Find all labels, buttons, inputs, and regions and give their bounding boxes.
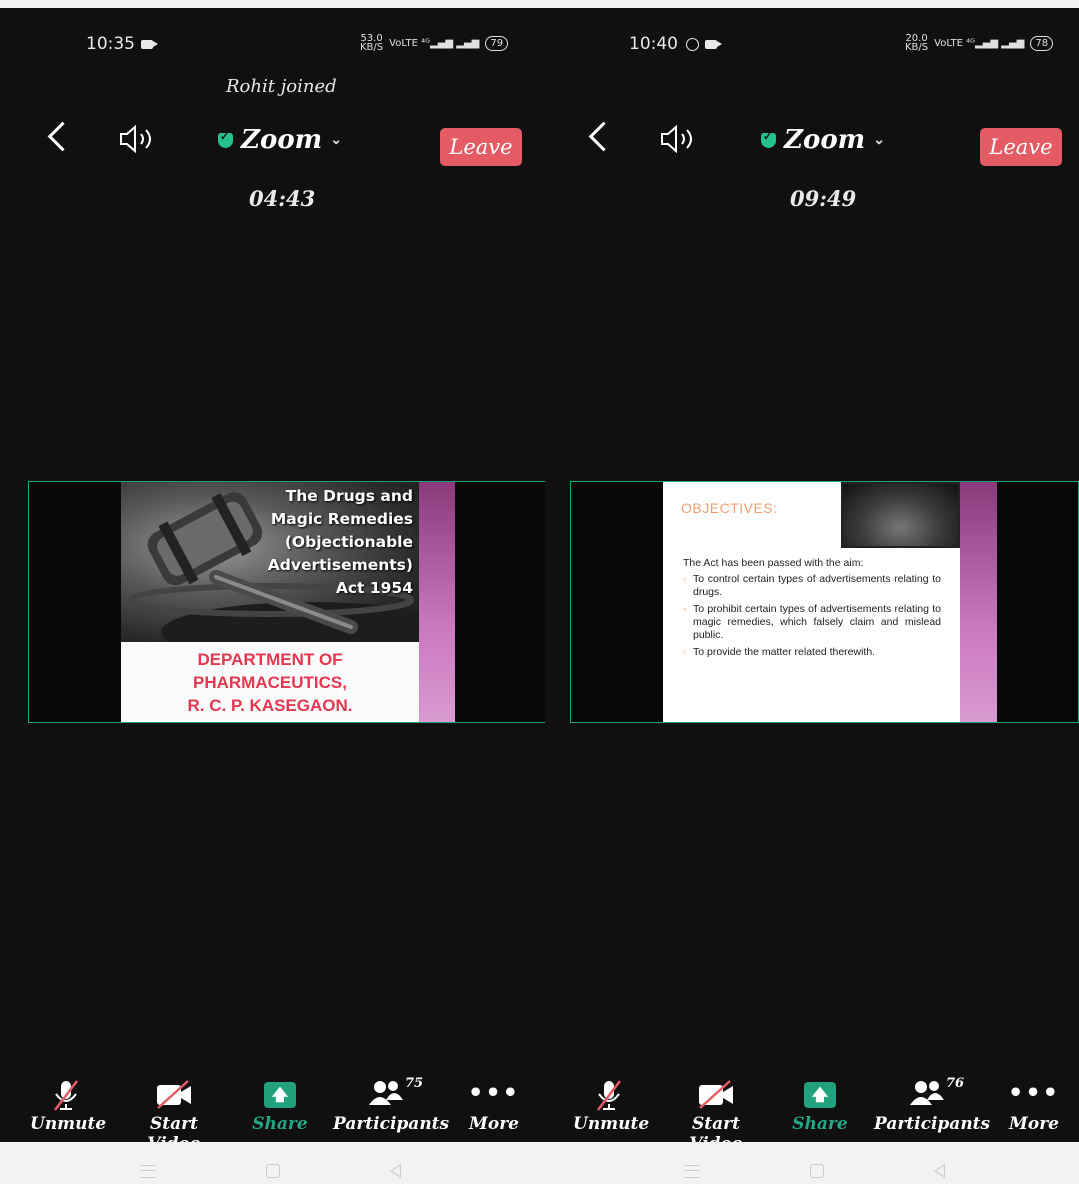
meeting-title[interactable]: Zoom ⌄	[761, 125, 885, 155]
slide-heading: OBJECTIVES:	[681, 500, 778, 516]
presentation-slide: OBJECTIVES: The Act has been passed with…	[663, 482, 997, 722]
back-icon[interactable]	[390, 1164, 401, 1178]
recent-apps-icon[interactable]	[140, 1164, 156, 1178]
network-speed: 53.0 KB/S	[360, 33, 384, 53]
unmute-button[interactable]: Unmute	[30, 1078, 106, 1134]
share-arrow-icon: 🡅	[804, 1082, 836, 1108]
participants-icon	[910, 1081, 944, 1105]
start-video-button[interactable]: Start Video	[666, 1078, 766, 1142]
slide-title: The Drugs and Magic Remedies (Objectiona…	[267, 487, 413, 597]
back-chevron-icon[interactable]	[47, 121, 78, 152]
slide-bullet: To control certain types of advertisemen…	[683, 573, 941, 599]
video-camera-icon	[141, 39, 158, 49]
share-arrow-icon: 🡅	[264, 1082, 296, 1108]
encryption-shield-icon	[761, 130, 776, 148]
status-bar-time: 10:40	[629, 34, 722, 54]
share-button[interactable]: 🡅 Share	[790, 1078, 850, 1134]
status-bar-right: 20.0 KB/S VoLTE ⁴ᴳ▂▄▆ ▂▄▆ 78	[905, 33, 1054, 53]
signal-icon: VoLTE ⁴ᴳ▂▄▆ ▂▄▆	[934, 37, 1025, 49]
slide-bullet: To provide the matter related therewith.	[683, 646, 941, 659]
encryption-shield-icon	[218, 130, 233, 148]
battery-icon: 78	[1030, 35, 1054, 51]
shared-screen[interactable]: The Drugs and Magic Remedies (Objectiona…	[28, 481, 545, 723]
chevron-down-icon: ⌄	[873, 132, 885, 148]
meeting-title[interactable]: Zoom ⌄	[218, 125, 342, 155]
more-dots-icon: •••	[1008, 1078, 1061, 1107]
back-chevron-icon[interactable]	[588, 121, 619, 152]
unmute-button[interactable]: Unmute	[573, 1078, 649, 1134]
participants-button[interactable]: 75 Participants	[333, 1076, 449, 1134]
android-nav-bar-right	[684, 1158, 945, 1184]
android-nav-bar-left	[140, 1158, 401, 1184]
status-bar-time: 10:35	[86, 34, 158, 54]
chevron-down-icon: ⌄	[330, 132, 342, 148]
shared-screen[interactable]: OBJECTIVES: The Act has been passed with…	[570, 481, 1079, 723]
leave-button[interactable]: Leave	[980, 128, 1062, 166]
video-camera-icon	[705, 39, 722, 49]
signal-icon: VoLTE ⁴ᴳ▂▄▆ ▂▄▆	[389, 37, 480, 49]
battery-icon: 79	[485, 35, 509, 51]
muted-microphone-icon	[54, 1080, 78, 1111]
whatsapp-icon	[686, 37, 699, 51]
muted-microphone-icon	[597, 1080, 621, 1111]
slide-body: The Act has been passed with the aim: To…	[683, 557, 941, 663]
participants-count: 75	[405, 1076, 424, 1091]
recent-apps-icon[interactable]	[684, 1164, 700, 1178]
presentation-slide: The Drugs and Magic Remedies (Objectiona…	[121, 482, 455, 722]
start-video-button[interactable]: Start Video	[124, 1078, 224, 1142]
meeting-timer: 09:49	[790, 186, 857, 211]
more-button[interactable]: ••• More	[468, 1078, 520, 1134]
phone-screen-right: 10:40 20.0KB/S VoLTE ⁴ᴳ▂▄▆ ▂▄▆ 78 Zoom ⌄…	[545, 8, 1079, 1142]
participants-button[interactable]: 76 Participants	[874, 1076, 990, 1134]
home-icon[interactable]	[810, 1164, 824, 1178]
slide-accent-stripe	[419, 482, 455, 722]
more-dots-icon: •••	[468, 1078, 521, 1107]
meeting-toolbar: Unmute Start Video 🡅 Share 76 Participan…	[545, 1076, 1079, 1142]
gavel-image: The Drugs and Magic Remedies (Objectiona…	[121, 482, 419, 642]
more-button[interactable]: ••• More	[1008, 1078, 1060, 1134]
speaker-icon[interactable]	[659, 124, 699, 154]
leave-button[interactable]: Leave	[440, 128, 522, 166]
slide-accent-stripe	[960, 482, 997, 722]
slide-bullet: To prohibit certain types of advertiseme…	[683, 603, 941, 642]
share-button[interactable]: 🡅 Share	[250, 1078, 310, 1134]
video-off-icon	[157, 1080, 191, 1109]
back-icon[interactable]	[934, 1164, 945, 1178]
meeting-toolbar: Unmute Start Video 🡅 Share 75 Participan…	[0, 1076, 545, 1142]
speaker-icon[interactable]	[118, 124, 158, 154]
meeting-timer: 04:43	[249, 186, 316, 211]
home-icon[interactable]	[266, 1164, 280, 1178]
phone-screen-left: 10:35 53.0 KB/S VoLTE ⁴ᴳ▂▄▆ ▂▄▆ 79 Rohit …	[0, 8, 545, 1142]
participants-count: 76	[946, 1076, 965, 1091]
network-speed: 20.0 KB/S	[905, 33, 929, 53]
department-name: DEPARTMENT OF PHARMACEUTICS, R. C. P. KA…	[187, 650, 353, 715]
participants-icon	[369, 1081, 403, 1105]
status-bar-right: 53.0 KB/S VoLTE ⁴ᴳ▂▄▆ ▂▄▆ 79	[360, 33, 509, 53]
video-off-icon	[699, 1080, 733, 1109]
join-notification: Rohit joined	[226, 76, 337, 97]
slide-photo	[841, 482, 960, 548]
